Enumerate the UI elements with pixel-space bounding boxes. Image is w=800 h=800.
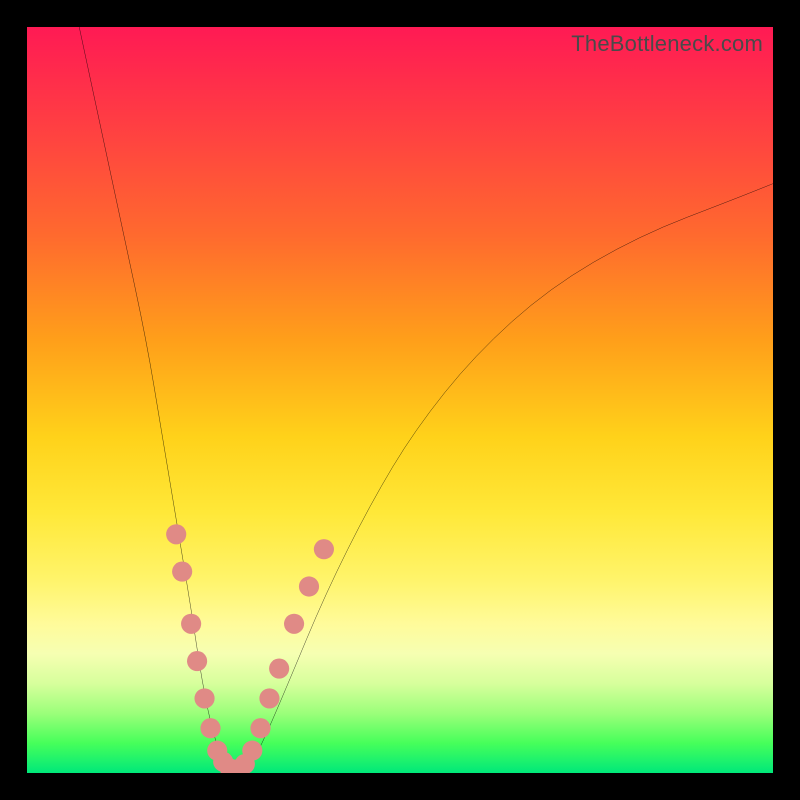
marker-dot	[259, 688, 279, 708]
marker-dot	[269, 658, 289, 678]
marker-dot	[250, 718, 270, 738]
marker-dot	[194, 688, 214, 708]
marker-dot	[242, 741, 262, 761]
bottleneck-curve-path	[79, 27, 773, 771]
chart-frame: TheBottleneck.com	[0, 0, 800, 800]
marker-dot	[314, 539, 334, 559]
marker-dot	[284, 614, 304, 634]
plot-area: TheBottleneck.com	[27, 27, 773, 773]
bottleneck-curve	[79, 27, 773, 771]
highlight-dots	[166, 524, 334, 773]
marker-dot	[172, 562, 192, 582]
marker-dot	[187, 651, 207, 671]
marker-dot	[166, 524, 186, 544]
marker-dot	[200, 718, 220, 738]
marker-dot	[299, 576, 319, 596]
curve-layer	[27, 27, 773, 773]
marker-dot	[181, 614, 201, 634]
